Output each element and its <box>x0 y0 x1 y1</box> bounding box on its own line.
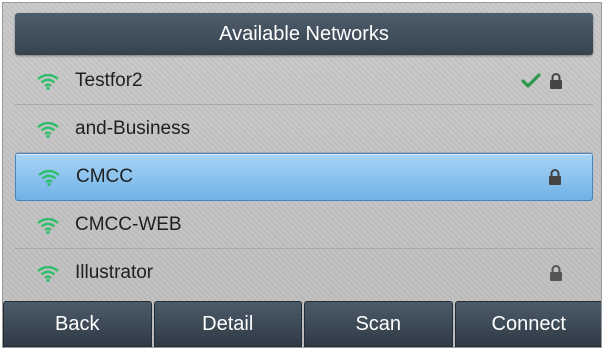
wifi-icon <box>35 216 61 234</box>
network-list: Testfor2 and-Business CMCC CMCC-WEB Illu… <box>15 57 593 297</box>
network-item-and-business[interactable]: and-Business <box>15 105 593 153</box>
detail-button[interactable]: Detail <box>153 301 302 347</box>
network-status <box>549 249 563 297</box>
network-name: CMCC-WEB <box>75 213 182 235</box>
network-status <box>521 57 563 104</box>
page-title: Available Networks <box>15 13 593 55</box>
network-name: Illustrator <box>75 262 154 283</box>
check-icon <box>521 72 541 89</box>
wifi-networks-screen: Available Networks Testfor2 and-Business <box>2 2 602 348</box>
back-button[interactable]: Back <box>3 301 152 347</box>
connect-button[interactable]: Connect <box>454 301 601 347</box>
network-name: and-Business <box>75 117 191 139</box>
wifi-icon <box>36 168 62 186</box>
lock-icon <box>548 169 562 185</box>
network-item-illustrator[interactable]: Illustrator <box>15 249 593 297</box>
lock-icon <box>549 265 563 281</box>
softkey-bar: Back Detail Scan Connect <box>3 301 601 347</box>
network-item-testfor2[interactable]: Testfor2 <box>15 57 593 105</box>
wifi-icon <box>35 72 61 90</box>
wifi-icon <box>35 264 61 282</box>
network-name: Testfor2 <box>75 69 143 91</box>
wifi-icon <box>35 120 61 138</box>
lock-icon <box>549 72 563 89</box>
network-item-cmcc-web[interactable]: CMCC-WEB <box>15 201 593 249</box>
network-item-cmcc[interactable]: CMCC <box>15 153 593 201</box>
network-name: CMCC <box>76 166 133 187</box>
scan-button[interactable]: Scan <box>304 301 453 347</box>
network-status <box>548 154 562 200</box>
